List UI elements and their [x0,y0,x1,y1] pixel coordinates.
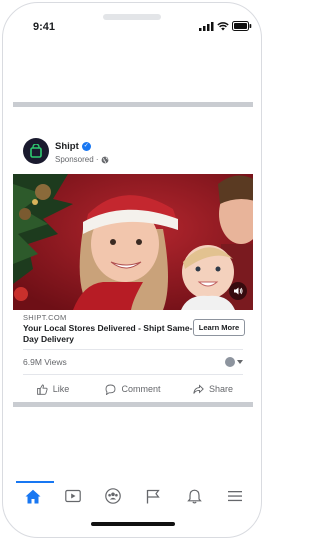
link-domain[interactable]: SHIPT.COM [23,313,67,322]
share-label: Share [208,384,234,394]
sponsored-post: Shipt ✓ Sponsored · SHIPT.COM Your Local… [13,107,253,402]
divider [23,374,243,375]
wifi-icon [217,18,229,36]
speaker-volume-icon [234,287,243,295]
verified-badge-icon: ✓ [81,142,91,151]
comment-button[interactable]: Comment [93,378,173,400]
tab-video[interactable] [61,485,85,507]
menu-icon [228,491,242,502]
tab-home[interactable] [21,485,45,507]
comment-label: Comment [121,384,161,394]
status-time: 9:41 [33,21,56,33]
comment-bubble-icon [106,384,116,395]
tab-groups[interactable] [101,485,125,507]
thumbs-up-icon [36,384,48,395]
shipt-logo-icon [30,144,42,158]
sponsored-line: Sponsored · [55,155,109,164]
battery-icon [232,18,252,36]
learn-more-button[interactable]: Learn More [193,319,245,336]
groups-icon [105,488,121,504]
globe-icon [101,156,108,163]
sound-toggle-button[interactable] [229,282,247,300]
tab-pages[interactable] [141,485,165,507]
tab-notifications[interactable] [182,485,206,507]
profile-dot-icon [225,357,235,367]
speaker-notch [103,14,161,20]
reaction-selector[interactable] [225,357,243,367]
bottom-tab-bar [3,481,261,511]
share-button[interactable]: Share [173,378,253,400]
shipt-avatar[interactable] [23,138,49,164]
like-button[interactable]: Like [13,378,93,400]
ad-video-photo[interactable] [13,174,253,310]
view-count: 6.9M Views [23,357,67,367]
like-label: Like [52,384,70,394]
link-headline[interactable]: Your Local Stores Delivered - Shipt Same… [23,323,193,345]
page-name-label[interactable]: Shipt [55,141,79,152]
post-actions: Like Comment Share [13,378,253,400]
phone-frame: 9:41 Shipt ✓ Sponsored · SHIPT.COM Your … [2,2,262,538]
pages-flag-icon [146,489,160,503]
tab-menu[interactable] [223,485,247,507]
caret-down-icon [237,360,243,364]
home-indicator [91,522,175,526]
notifications-bell-icon [186,489,202,503]
home-icon [25,489,41,503]
cellular-signal-icon [199,18,214,36]
share-arrow-icon [193,383,204,394]
sponsored-label: Sponsored · [55,155,99,164]
feed-separator [13,402,253,407]
video-icon [65,489,81,503]
page-name[interactable]: Shipt ✓ [55,141,91,152]
status-icons [199,21,252,33]
divider [23,349,243,350]
status-bar: 9:41 [3,3,261,35]
